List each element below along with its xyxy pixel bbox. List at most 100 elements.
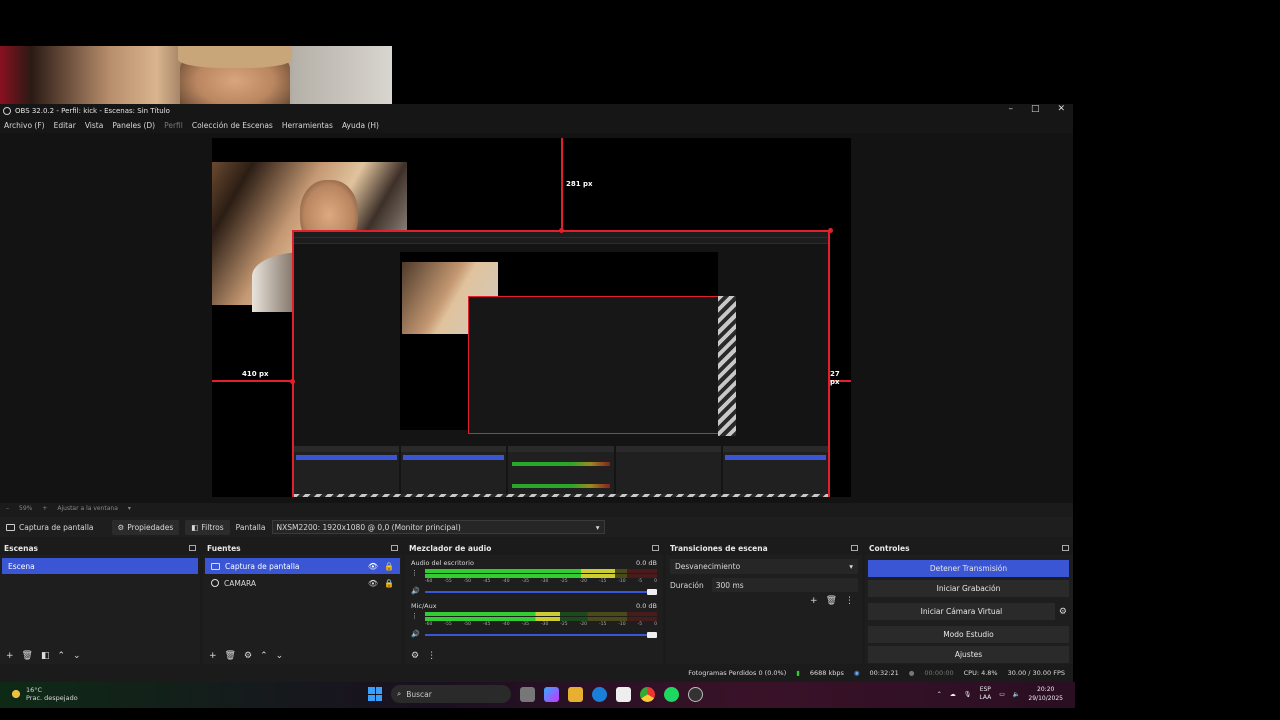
arrow-down-icon[interactable]: ⌄ — [276, 651, 284, 661]
maximize-icon[interactable]: □ — [1031, 104, 1040, 114]
undock-icon[interactable] — [391, 545, 398, 551]
volume-knob[interactable] — [647, 632, 657, 638]
store-icon[interactable] — [616, 686, 631, 702]
weather-widget[interactable]: 16°C Prac. despejado — [10, 686, 78, 702]
resize-handle-top-right[interactable] — [828, 228, 833, 233]
minimize-icon[interactable]: – — [1008, 104, 1013, 114]
meter-tick-label: -45 — [482, 622, 491, 627]
system-tray: ⌃ ☁ 🎙 ESP LAA ▭ 🔈 20:20 29/10/2025 — [937, 685, 1063, 703]
menu-archivo[interactable]: Archivo (F) — [4, 121, 45, 130]
add-icon[interactable]: + — [810, 596, 818, 606]
sun-icon — [10, 688, 22, 700]
kebab-menu-icon[interactable]: ⋮ — [427, 651, 436, 661]
zoom-out-icon[interactable]: – — [6, 505, 9, 512]
arrow-up-icon[interactable]: ⌃ — [58, 651, 66, 661]
trash-icon[interactable]: 🗑 — [22, 651, 33, 661]
volume-knob[interactable] — [647, 589, 657, 595]
volume-slider[interactable] — [425, 632, 657, 638]
scene-item[interactable]: Escena — [2, 558, 198, 574]
menu-paneles[interactable]: Paneles (D) — [112, 121, 155, 130]
start-recording-button[interactable]: Iniciar Grabación — [868, 580, 1069, 597]
meter-ticks: -60 -55 -50 -45 -40 -35 -30 -25 -20 -15 -10 -5 0 — [425, 579, 657, 584]
trash-icon[interactable]: 🗑 — [225, 651, 236, 661]
chevron-down-icon[interactable]: ▾ — [128, 505, 131, 512]
lock-icon[interactable]: 🔒 — [384, 579, 394, 588]
taskbar-search[interactable]: ⌕ Buscar — [391, 685, 511, 703]
language-indicator[interactable]: ESP LAA — [979, 686, 991, 702]
lock-icon[interactable]: 🔒 — [384, 562, 394, 571]
settings-button[interactable]: Ajustes — [868, 646, 1069, 663]
stop-stream-button[interactable]: Detener Transmisión — [868, 560, 1069, 577]
display-icon[interactable]: ▭ — [999, 691, 1005, 698]
undock-icon[interactable] — [1062, 545, 1069, 551]
spotify-icon[interactable] — [664, 686, 679, 702]
menu-herramientas[interactable]: Herramientas — [282, 121, 333, 130]
mixer-settings-icon[interactable]: ⚙ — [411, 651, 419, 661]
resize-handle-left[interactable] — [290, 379, 295, 384]
kebab-menu-icon[interactable]: ⋮ — [411, 569, 418, 577]
transition-value: Desvanecimiento — [675, 562, 741, 571]
cloud-icon[interactable]: ☁ — [950, 691, 956, 698]
menu-editar[interactable]: Editar — [54, 121, 76, 130]
search-icon: ⌕ — [397, 689, 402, 698]
undock-icon[interactable] — [652, 545, 659, 551]
close-icon[interactable]: ✕ — [1057, 104, 1065, 114]
file-explorer-icon[interactable] — [568, 686, 583, 702]
speaker-icon[interactable]: 🔊 — [411, 630, 420, 638]
menu-perfil[interactable]: Perfil — [164, 121, 183, 130]
fit-window-label[interactable]: Ajustar a la ventana — [57, 505, 118, 512]
transition-select[interactable]: Desvanecimiento ▾ — [670, 559, 858, 574]
record-icon: ● — [908, 669, 915, 677]
duration-input[interactable]: 300 ms — [711, 578, 858, 592]
kebab-menu-icon[interactable]: ⋮ — [411, 612, 418, 620]
screen-capture-selection[interactable] — [292, 230, 830, 497]
menu-coleccion[interactable]: Colección de Escenas — [192, 121, 273, 130]
zoom-in-icon[interactable]: + — [42, 505, 47, 512]
chrome-icon[interactable] — [640, 686, 655, 702]
eye-icon[interactable]: 👁 — [368, 579, 378, 588]
studio-mode-button[interactable]: Modo Estudio — [868, 626, 1069, 643]
edge-icon[interactable] — [592, 686, 607, 702]
properties-button[interactable]: ⚙ Propiedades — [111, 519, 180, 535]
meter-fill — [425, 612, 560, 616]
speaker-icon[interactable]: 🔊 — [411, 587, 420, 595]
undock-icon[interactable] — [189, 545, 196, 551]
windows-start-icon[interactable] — [368, 687, 382, 701]
arrow-up-icon[interactable]: ⌃ — [260, 651, 268, 661]
filter-icon[interactable]: ◧ — [41, 651, 50, 661]
obs-taskbar-icon[interactable] — [688, 686, 703, 702]
chevron-up-icon[interactable]: ⌃ — [937, 691, 942, 698]
preview-canvas[interactable]: 281 px 410 px 27 px — [212, 138, 851, 497]
resize-handle-top[interactable] — [559, 228, 564, 233]
meter-tick-label: -55 — [444, 622, 452, 627]
meter-tick-label: -60 — [425, 622, 433, 627]
display-select[interactable]: NXSM2200: 1920x1080 @ 0,0 (Monitor princ… — [271, 520, 605, 534]
add-icon[interactable]: + — [209, 651, 217, 661]
transitions-dock: Transiciones de escena Desvanecimiento ▾… — [666, 541, 862, 664]
task-view-icon[interactable] — [520, 686, 535, 702]
arrow-down-icon[interactable]: ⌄ — [73, 651, 81, 661]
undock-icon[interactable] — [851, 545, 858, 551]
add-icon[interactable]: + — [6, 651, 14, 661]
virtual-camera-button[interactable]: Iniciar Cámara Virtual — [868, 603, 1055, 620]
clock[interactable]: 20:20 29/10/2025 — [1028, 685, 1063, 703]
volume-icon[interactable]: 🔈 — [1013, 691, 1020, 698]
kebab-menu-icon[interactable]: ⋮ — [845, 596, 854, 606]
mic-icon[interactable]: 🎙 — [964, 691, 972, 698]
lang-bottom: LAA — [979, 694, 992, 701]
stream-icon: ◉ — [853, 669, 860, 677]
menu-vista[interactable]: Vista — [85, 121, 104, 130]
menu-ayuda[interactable]: Ayuda (H) — [342, 121, 379, 130]
trash-icon[interactable]: 🗑 — [826, 596, 837, 606]
desktop: OBS 32.0.2 - Perfil: kick - Escenas: Sin… — [0, 0, 1280, 720]
filters-button[interactable]: ◧ Filtros — [185, 519, 230, 535]
eye-icon[interactable]: 👁 — [368, 562, 378, 571]
gear-icon[interactable]: ⚙ — [1059, 607, 1067, 617]
copilot-icon[interactable] — [544, 686, 559, 702]
gear-icon[interactable]: ⚙ — [244, 651, 252, 661]
volume-slider[interactable] — [425, 589, 657, 595]
source-item[interactable]: CAMARA 👁 🔒 — [205, 575, 400, 591]
lang-top: ESP — [979, 686, 991, 693]
source-item[interactable]: Captura de pantalla 👁 🔒 — [205, 558, 400, 574]
weather-text: Prac. despejado — [26, 694, 78, 702]
